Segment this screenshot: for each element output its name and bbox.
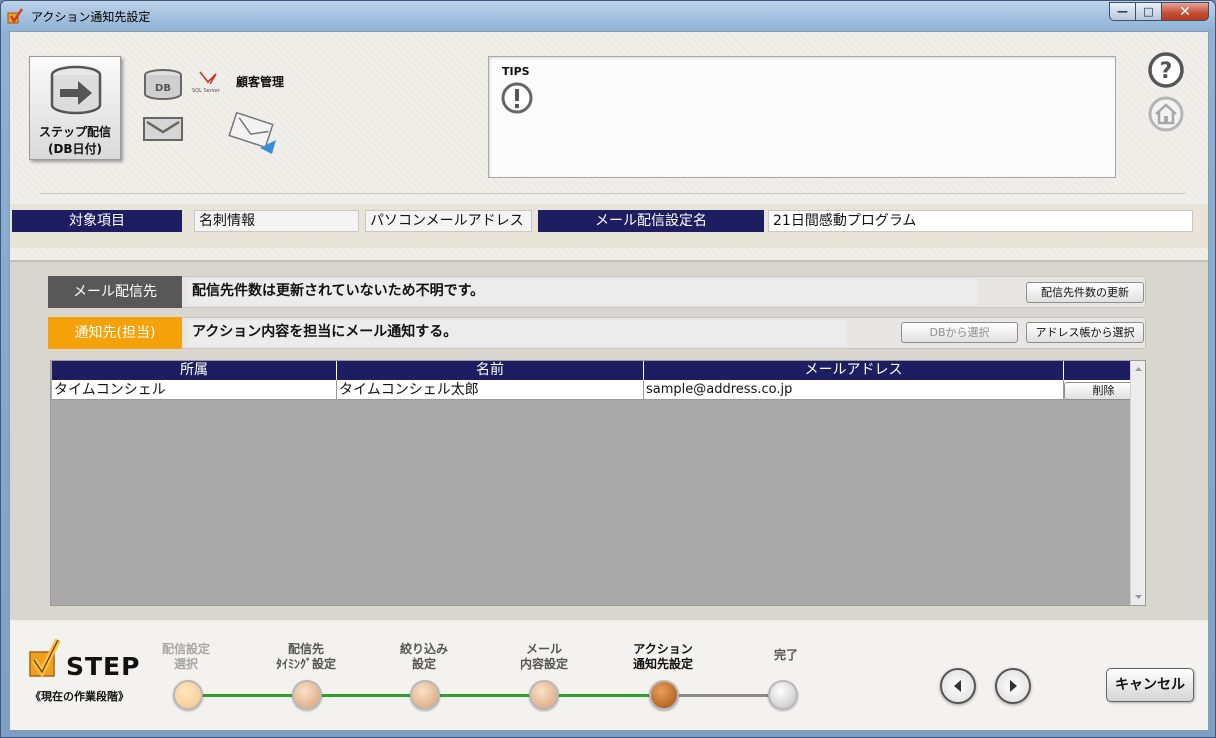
step-logo-text: STEP	[66, 652, 141, 681]
setting-name-value: 21日間感動プログラム	[768, 210, 1193, 232]
main-button-line2: (DB日付)	[47, 142, 103, 156]
target-value-1: 名刺情報	[194, 210, 359, 232]
step-dot-1	[173, 680, 203, 710]
delivery-status-text: 配信先件数は更新されていないため不明です。	[188, 279, 978, 305]
cell-name[interactable]: タイムコンシェル太郎	[337, 380, 644, 400]
step-caption: 《現在の作業段階》	[30, 690, 129, 703]
arrow-right-icon	[1010, 680, 1017, 692]
target-value-2: パソコンメールアドレス	[365, 210, 532, 232]
previous-step-button[interactable]	[940, 668, 976, 704]
step-label-6: 完了	[773, 648, 798, 662]
db-icon: DB	[144, 69, 182, 100]
svg-text:?: ?	[1160, 59, 1173, 84]
cell-affiliation[interactable]: タイムコンシェル	[52, 380, 337, 400]
target-item-label: 対象項目	[12, 210, 182, 232]
db-select-button[interactable]: DBから選択	[901, 322, 1018, 343]
client-area: ステップ配信 (DB日付) DB SQL Server 顧客管理 TIPS ? …	[9, 31, 1209, 731]
delivery-label: メール配信先	[48, 276, 182, 308]
maximize-button[interactable]: □	[1136, 2, 1162, 21]
tips-panel: TIPS	[488, 56, 1116, 178]
column-header-name[interactable]: 名前	[337, 361, 644, 380]
cancel-button[interactable]: キャンセル	[1106, 668, 1194, 702]
minimize-button[interactable]: —	[1109, 2, 1136, 21]
step-label-3: 絞り込み 設定	[399, 642, 448, 671]
app-icon	[7, 8, 23, 24]
database-arrow-icon	[50, 65, 102, 115]
sql-server-logo-text: SQL Server	[192, 88, 221, 94]
recipient-panel: メール配信先 配信先件数は更新されていないため不明です。 配信先件数の更新 通知…	[10, 260, 1208, 620]
help-icon[interactable]: ?	[1147, 51, 1185, 89]
scroll-up-icon[interactable]	[1132, 363, 1145, 375]
data-source-label: 顧客管理	[236, 75, 285, 89]
notify-description: アクション内容を担当にメール通知する。	[188, 320, 846, 346]
scroll-down-icon[interactable]	[1132, 591, 1145, 603]
db-icon-label: DB	[155, 83, 171, 94]
tips-title: TIPS	[502, 65, 530, 78]
step-label-2: 配信先 ﾀｲﾐﾝｸﾞ設定	[275, 642, 336, 671]
step-label-5: アクション 通知先設定	[632, 642, 693, 671]
close-button[interactable]: ✕	[1162, 2, 1209, 21]
column-header-affiliation[interactable]: 所属	[52, 361, 337, 380]
window-title: アクション通知先設定	[31, 10, 151, 24]
addressbook-select-button[interactable]: アドレス帳から選択	[1026, 322, 1144, 343]
step-dot-3	[410, 680, 440, 710]
step-label-1: 配信設定 選択	[161, 642, 210, 671]
arrow-left-icon	[954, 680, 961, 692]
send-mail-icon	[228, 111, 276, 154]
update-count-button[interactable]: 配信先件数の更新	[1026, 282, 1144, 303]
next-step-button[interactable]	[995, 668, 1031, 704]
table-scrollbar[interactable]	[1130, 361, 1145, 605]
step-delivery-button[interactable]: ステップ配信 (DB日付)	[29, 56, 121, 160]
header-separator	[40, 193, 1185, 194]
step-dot-2	[292, 680, 322, 710]
step-dot-5-current	[649, 680, 679, 710]
exclamation-circle-icon	[501, 82, 533, 114]
column-header-email[interactable]: メールアドレス	[644, 361, 1064, 380]
info-bar: 対象項目 名刺情報 パソコンメールアドレス メール配信設定名 21日間感動プログ…	[10, 204, 1208, 248]
setting-name-label: メール配信設定名	[538, 210, 764, 232]
sql-server-logo: SQL Server	[192, 71, 221, 94]
notify-label: 通知先(担当)	[48, 317, 182, 349]
home-icon[interactable]	[1147, 95, 1185, 133]
step-logo-icon	[29, 638, 61, 678]
notify-table: 所属 名前 メールアドレス タイムコンシェル タイムコンシェル太郎 sample…	[50, 360, 1146, 606]
step-dot-6	[768, 680, 798, 710]
mail-icon	[143, 117, 183, 141]
progress-line-remaining	[666, 694, 784, 697]
step-bar: STEP 《現在の作業段階》 配信設定 選択 配信先 ﾀｲﾐﾝｸﾞ設定 絞り込み 設定…	[10, 622, 1208, 730]
main-button-line1: ステップ配信	[38, 125, 111, 139]
cell-email[interactable]: sample@address.co.jp	[644, 380, 1064, 400]
title-bar: アクション通知先設定 — □ ✕	[1, 1, 1215, 30]
step-dot-4	[529, 680, 559, 710]
step-label-4: メール 内容設定	[519, 642, 568, 671]
app-window: アクション通知先設定 — □ ✕ ステップ配信 (DB日付) DB SQL Se…	[0, 0, 1216, 738]
